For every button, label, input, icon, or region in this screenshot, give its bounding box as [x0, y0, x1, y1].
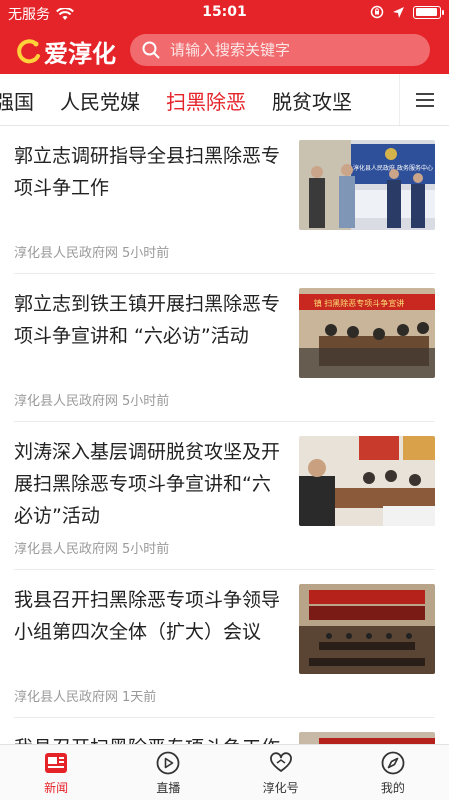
- news-thumbnail[interactable]: 镇 扫黑除恶专项斗争宣讲: [299, 288, 435, 378]
- news-title[interactable]: 刘涛深入基层调研脱贫攻坚及开展扫黑除恶专项斗争宣讲和“六必访”活动: [14, 436, 284, 532]
- bottom-nav: 新闻 直播 淳化号 我的: [0, 744, 449, 800]
- channel-menu-button[interactable]: [399, 74, 449, 125]
- menu-icon: [415, 89, 434, 111]
- news-item[interactable]: 郭立志到铁王镇开展扫黑除恶专项斗争宣讲和 “六必访”活动 淳化县人民政府网 5小时…: [14, 274, 435, 422]
- location-icon: [393, 6, 404, 18]
- battery-icon: [413, 5, 444, 19]
- nav-news[interactable]: 新闻: [0, 745, 112, 800]
- news-thumbnail-image: 镇 扫黑除恶专项斗争宣讲: [299, 288, 435, 378]
- battery-fill: [415, 8, 438, 16]
- news-time: 1天前: [122, 690, 157, 705]
- tab-saohei-chue[interactable]: 扫黑除恶: [164, 86, 248, 115]
- nav-label: 我的: [380, 780, 405, 795]
- news-meta: 淳化县人民政府网 5小时前: [14, 390, 169, 409]
- nav-mine[interactable]: 我的: [337, 745, 449, 800]
- news-icon: [45, 752, 68, 773]
- news-title[interactable]: 郭立志调研指导全县扫黑除恶专项斗争工作: [14, 140, 284, 204]
- news-time: 5小时前: [122, 246, 170, 261]
- news-source: 淳化县人民政府网: [14, 246, 119, 261]
- nav-chunhua-hao[interactable]: 淳化号: [225, 745, 337, 800]
- nav-label: 直播: [156, 780, 181, 795]
- news-item[interactable]: 我县召开扫黑除恶专项斗争领导小组第四次全体（扩大）会议 淳化县人民政府网 1天前: [14, 570, 435, 718]
- news-item[interactable]: 郭立志调研指导全县扫黑除恶专项斗争工作 淳化县人民政府网 5小时前 淳化县人民政府…: [14, 126, 435, 274]
- news-item[interactable]: 刘涛深入基层调研脱贫攻坚及开展扫黑除恶专项斗争宣讲和“六必访”活动 淳化县人民政…: [14, 422, 435, 570]
- search-input[interactable]: [170, 41, 410, 59]
- news-thumbnail[interactable]: 淳化县人民政府 政务服务中心: [299, 140, 435, 230]
- logo-text: 爱淳化: [44, 39, 116, 68]
- app-logo[interactable]: 爱淳化: [14, 34, 116, 69]
- compass-icon: [381, 751, 405, 774]
- heart-icon: [269, 751, 292, 772]
- search-icon: [142, 41, 160, 59]
- channel-tab-strip: 强国 人民党媒 扫黑除恶 脱贫攻坚: [0, 74, 354, 125]
- news-meta: 淳化县人民政府网 1天前: [14, 686, 156, 705]
- news-title[interactable]: 郭立志到铁王镇开展扫黑除恶专项斗争宣讲和 “六必访”活动: [14, 288, 284, 352]
- app-header: 爱淳化: [0, 26, 449, 74]
- search-bar[interactable]: [130, 34, 430, 66]
- logo-swirl-icon: [17, 38, 40, 63]
- tab-qiangguo[interactable]: 强国: [0, 86, 36, 115]
- news-thumbnail-image: [299, 584, 435, 674]
- news-thumbnail-image: 淳化县人民政府 政务服务中心: [299, 140, 435, 230]
- news-thumbnail[interactable]: [299, 584, 435, 674]
- status-bar: 无服务 15:01: [0, 0, 449, 26]
- status-right: [370, 5, 444, 19]
- play-icon: [156, 751, 180, 774]
- news-time: 5小时前: [122, 542, 170, 557]
- news-source: 淳化县人民政府网: [14, 690, 119, 705]
- news-meta: 淳化县人民政府网 5小时前: [14, 242, 169, 261]
- nav-label: 新闻: [44, 780, 69, 795]
- news-feed: 郭立志调研指导全县扫黑除恶专项斗争工作 淳化县人民政府网 5小时前 淳化县人民政府…: [0, 126, 449, 778]
- news-source: 淳化县人民政府网: [14, 394, 119, 409]
- tab-renmin-dangmei[interactable]: 人民党媒: [58, 86, 142, 115]
- orientation-lock-icon: [370, 5, 384, 19]
- tab-tuopin-gongjian[interactable]: 脱贫攻坚: [270, 86, 354, 115]
- news-title[interactable]: 我县召开扫黑除恶专项斗争领导小组第四次全体（扩大）会议: [14, 584, 284, 648]
- channel-tabs: 强国 人民党媒 扫黑除恶 脱贫攻坚: [0, 74, 449, 126]
- news-source: 淳化县人民政府网: [14, 542, 119, 557]
- news-thumbnail[interactable]: [299, 436, 435, 526]
- news-thumbnail-image: [299, 436, 435, 526]
- news-meta: 淳化县人民政府网 5小时前: [14, 538, 169, 557]
- nav-live[interactable]: 直播: [112, 745, 224, 800]
- news-time: 5小时前: [122, 394, 170, 409]
- thumb-banner-text: 镇 扫黑除恶专项斗争宣讲: [314, 298, 405, 308]
- nav-label: 淳化号: [262, 780, 299, 795]
